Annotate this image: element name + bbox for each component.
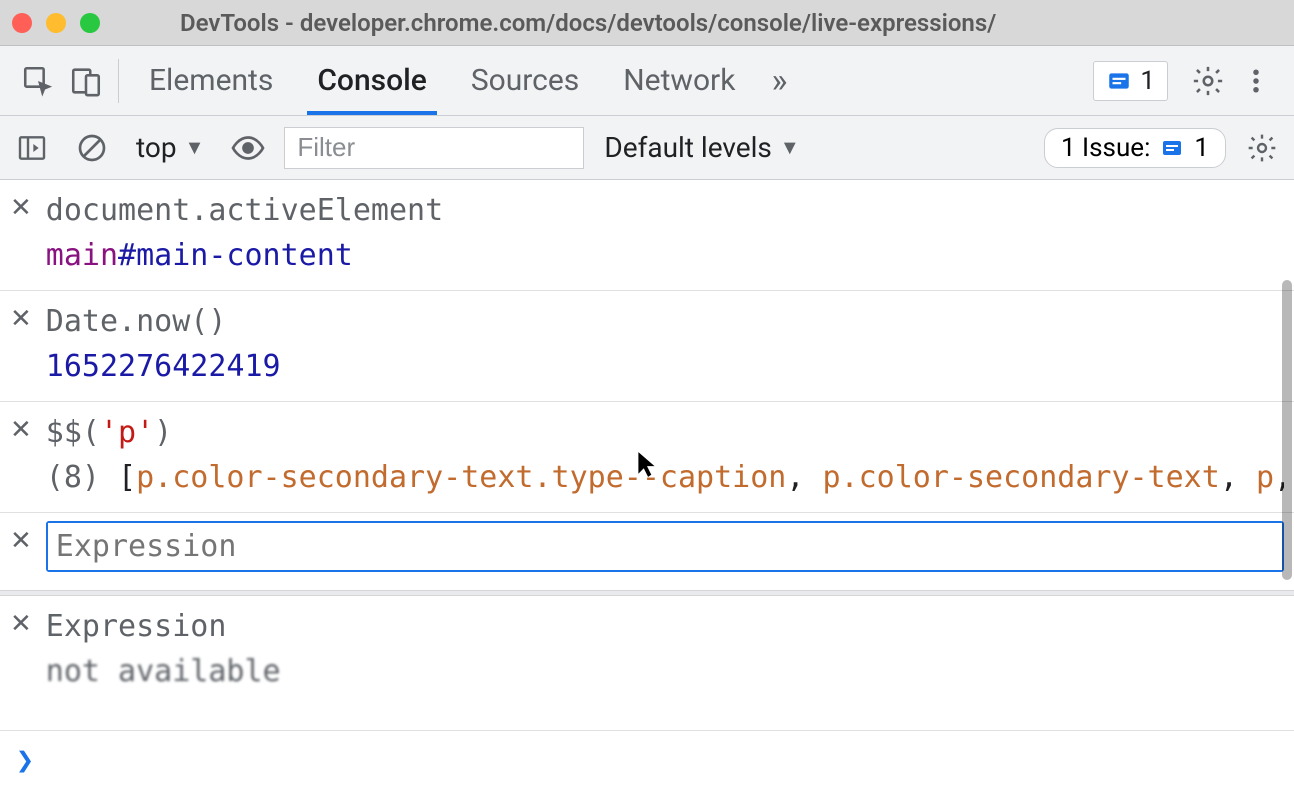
- traffic-lights: [12, 13, 100, 33]
- window-titlebar: DevTools - developer.chrome.com/docs/dev…: [0, 0, 1294, 46]
- remove-expression-button[interactable]: ✕: [10, 521, 32, 553]
- sidebar-icon: [16, 132, 48, 164]
- expression-result[interactable]: 1652276422419: [46, 344, 1284, 389]
- remove-expression-button[interactable]: ✕: [10, 188, 32, 220]
- gear-icon: [1246, 132, 1278, 164]
- window-title: DevTools - developer.chrome.com/docs/dev…: [180, 9, 996, 37]
- prompt-chevron-icon: ❯: [16, 743, 34, 778]
- console-sidebar-toggle[interactable]: [8, 124, 56, 172]
- expression-text[interactable]: Date.now(): [46, 299, 1284, 344]
- context-label: top: [136, 131, 177, 164]
- tab-console[interactable]: Console: [295, 46, 448, 115]
- issue-icon: [1106, 68, 1132, 94]
- live-expression-row: ✕ Expression not available: [0, 596, 1294, 706]
- more-options-button[interactable]: [1232, 57, 1280, 105]
- maximize-window-button[interactable]: [80, 13, 100, 33]
- context-selector[interactable]: top ▼: [128, 127, 212, 168]
- more-tabs-button[interactable]: »: [757, 61, 801, 101]
- live-expression-row: ✕ Date.now() 1652276422419: [0, 291, 1294, 402]
- log-levels-selector[interactable]: Default levels ▼: [596, 127, 807, 168]
- chevron-down-icon: ▼: [780, 135, 800, 160]
- issue-pill-label: 1 Issue:: [1061, 133, 1150, 163]
- kebab-icon: [1241, 66, 1271, 96]
- console-settings-button[interactable]: [1238, 124, 1286, 172]
- chevron-down-icon: ▼: [185, 135, 205, 160]
- tab-network[interactable]: Network: [601, 46, 757, 115]
- gear-icon: [1191, 64, 1225, 98]
- eye-icon: [230, 130, 266, 166]
- expression-result[interactable]: main#main-content: [46, 233, 1284, 278]
- settings-button[interactable]: [1184, 57, 1232, 105]
- console-prompt-row[interactable]: ❯: [0, 730, 1294, 790]
- clear-icon: [76, 132, 108, 164]
- expression-result: not available: [46, 649, 1284, 694]
- expression-text[interactable]: Expression: [46, 604, 1284, 649]
- remove-expression-button[interactable]: ✕: [10, 604, 32, 636]
- live-expression-button[interactable]: [224, 124, 272, 172]
- levels-label: Default levels: [604, 131, 772, 164]
- remove-expression-button[interactable]: ✕: [10, 410, 32, 442]
- expression-result[interactable]: (8) [p.color-secondary-text.type--captio…: [46, 455, 1284, 500]
- main-toolbar: Elements Console Sources Network » 1: [0, 46, 1294, 116]
- issues-badge[interactable]: 1: [1093, 61, 1168, 101]
- expression-input-wrapper: [46, 521, 1284, 572]
- live-expression-row: ✕: [0, 513, 1294, 590]
- expression-text[interactable]: $$('p'): [46, 410, 1284, 455]
- filter-input[interactable]: [284, 127, 584, 169]
- remove-expression-button[interactable]: ✕: [10, 299, 32, 331]
- clear-console-button[interactable]: [68, 124, 116, 172]
- issues-pill[interactable]: 1 Issue: 1: [1044, 128, 1226, 168]
- toolbar-divider: [118, 59, 119, 103]
- console-toolbar: top ▼ Default levels ▼ 1 Issue: 1: [0, 116, 1294, 180]
- live-expression-row: ✕ document.activeElement main#main-conte…: [0, 180, 1294, 291]
- expression-input[interactable]: [48, 523, 1282, 570]
- close-window-button[interactable]: [12, 13, 32, 33]
- device-icon: [69, 64, 103, 98]
- console-content[interactable]: ✕ document.activeElement main#main-conte…: [0, 180, 1294, 730]
- live-expression-row: ✕ $$('p') (8) [p.color-secondary-text.ty…: [0, 402, 1294, 513]
- tab-elements[interactable]: Elements: [127, 46, 295, 115]
- minimize-window-button[interactable]: [46, 13, 66, 33]
- issues-count: 1: [1140, 66, 1155, 96]
- scrollbar-thumb[interactable]: [1282, 280, 1292, 580]
- issue-icon: [1160, 136, 1184, 160]
- inspect-element-button[interactable]: [14, 57, 62, 105]
- select-element-icon: [21, 64, 55, 98]
- device-toolbar-button[interactable]: [62, 57, 110, 105]
- panel-tabs: Elements Console Sources Network »: [127, 46, 801, 115]
- tab-sources[interactable]: Sources: [449, 46, 601, 115]
- issue-pill-count: 1: [1194, 133, 1209, 163]
- expression-text[interactable]: document.activeElement: [46, 188, 1284, 233]
